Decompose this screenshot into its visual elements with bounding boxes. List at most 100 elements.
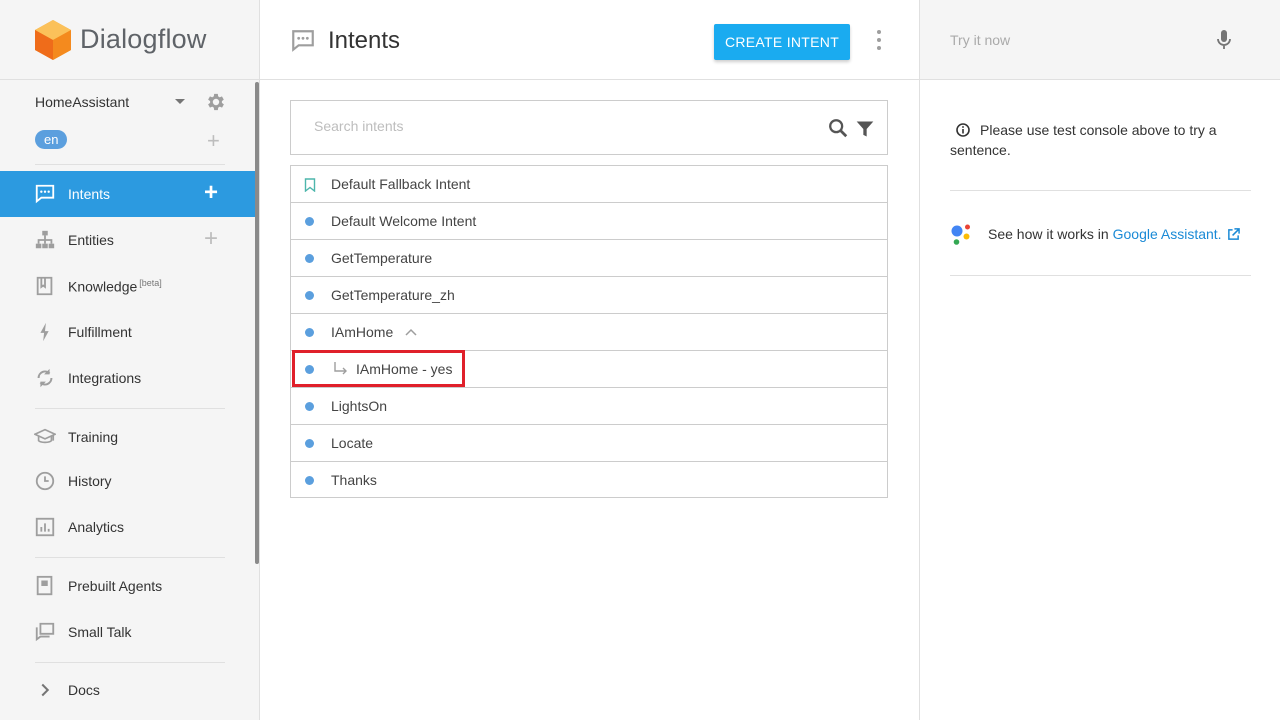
chat-icon [292,30,314,52]
sidebar-item-history[interactable]: History [0,458,255,504]
sidebar-item-analytics[interactable]: Analytics [0,504,255,550]
intent-name[interactable]: IAmHome [331,324,393,340]
intent-row[interactable]: Default Fallback Intent [290,165,888,202]
page-title: Intents [328,27,401,54]
sidebar: Dialogflow HomeAssistant en + Intents + [0,0,260,720]
sidebar-item-label: Knowledge [beta] [68,278,162,295]
sidebar-item-prebuilt-agents[interactable]: Prebuilt Agents [0,563,255,609]
sidebar-item-entities[interactable]: Entities + [0,217,255,263]
clock-icon [34,470,56,492]
google-assistant-icon [951,224,970,245]
divider [35,662,225,663]
chat-bubbles-icon [34,621,56,643]
intent-status-dot [305,328,314,337]
info-icon [956,123,970,137]
chevron-up-icon[interactable] [405,328,417,336]
divider [950,275,1251,276]
google-assistant-link[interactable]: Google Assistant. [1113,226,1222,242]
try-it-bar [920,0,1280,80]
sidebar-item-integrations[interactable]: Integrations [0,355,255,401]
intent-name[interactable]: LightsOn [331,398,387,414]
divider [950,190,1251,191]
dialogflow-logo-icon [35,19,71,60]
agent-name: HomeAssistant [35,94,130,110]
intent-row[interactable]: Locate [290,424,888,461]
external-link-icon[interactable] [1227,227,1240,241]
beta-badge: [beta] [139,277,162,288]
bar-chart-icon [34,516,56,538]
logo[interactable]: Dialogflow [0,0,259,80]
sidebar-item-label: Training [68,429,119,445]
intent-status-dot [305,254,314,263]
filter-icon[interactable] [855,119,875,139]
sidebar-item-fulfillment[interactable]: Fulfillment [0,309,255,355]
knowledge-label: Knowledge [68,278,138,295]
caret-down-icon[interactable] [175,99,185,104]
add-entity-icon[interactable]: + [204,227,218,251]
intent-name[interactable]: Default Fallback Intent [331,176,470,192]
book-icon [34,275,56,297]
info-message: Please use test console above to try a s… [950,120,1250,160]
sync-icon [34,367,56,389]
graduation-cap-icon [34,426,56,448]
language-row: en + [35,130,230,152]
brand-name: Dialogflow [80,24,207,54]
chat-icon [34,183,56,205]
info-text: Please use test console above to try a s… [950,122,1217,158]
intent-name[interactable]: Thanks [331,472,377,488]
agent-selector[interactable]: HomeAssistant [35,88,230,116]
intent-name[interactable]: Locate [331,435,373,451]
intent-row[interactable]: Thanks [290,461,888,498]
gear-icon[interactable] [205,91,227,113]
main-header: Intents CREATE INTENT [260,0,919,80]
divider [35,164,225,165]
intent-status-dot [305,291,314,300]
sidebar-item-training[interactable]: Training [0,414,255,460]
search-box [290,100,888,155]
intent-name[interactable]: GetTemperature_zh [331,287,455,303]
microphone-icon[interactable] [1216,29,1232,51]
intent-status-dot [305,402,314,411]
sidebar-item-label: Integrations [68,370,142,386]
sidebar-item-small-talk[interactable]: Small Talk [0,609,255,655]
search-input[interactable] [314,118,794,134]
google-assistant-promo: See how it works in Google Assistant. [950,222,1260,246]
sidebar-item-label: Intents [68,186,111,202]
intent-name[interactable]: GetTemperature [331,250,432,266]
intent-row[interactable]: Default Welcome Intent [290,202,888,239]
highlight-box [292,350,465,387]
language-badge[interactable]: en [35,130,68,149]
add-language-icon[interactable]: + [207,130,220,152]
divider [35,408,225,409]
intent-status-dot [305,439,314,448]
try-it-input[interactable] [950,32,1200,48]
create-intent-button[interactable]: CREATE INTENT [714,24,850,60]
intent-status-dot [305,217,314,226]
sidebar-item-intents[interactable]: Intents + [0,171,255,217]
agent-book-icon [34,575,56,597]
sidebar-item-label: History [68,473,112,489]
app: Dialogflow HomeAssistant en + Intents + [0,0,1280,720]
sidebar-scrollbar[interactable] [255,82,259,564]
intent-name[interactable]: Default Welcome Intent [331,213,476,229]
sidebar-item-knowledge[interactable]: Knowledge [beta] [0,263,255,309]
add-intent-icon[interactable]: + [204,181,218,205]
hierarchy-icon [34,229,56,251]
bookmark-icon [304,178,316,192]
intent-row[interactable]: LightsOn [290,387,888,424]
intent-row-child[interactable]: IAmHome - yes [290,350,888,387]
sidebar-item-label: Prebuilt Agents [68,578,163,594]
more-options-icon[interactable] [874,30,884,50]
sidebar-item-docs[interactable]: Docs [0,667,255,713]
sidebar-item-label: Small Talk [68,624,132,640]
search-icon[interactable] [827,117,849,139]
lightning-icon [34,321,56,343]
intent-row[interactable]: IAmHome [290,313,888,350]
test-console-panel: Please use test console above to try a s… [919,0,1280,720]
chevron-right-icon [34,679,56,701]
intent-row[interactable]: GetTemperature [290,239,888,276]
sidebar-item-label: Entities [68,232,114,248]
divider [35,557,225,558]
intent-row[interactable]: GetTemperature_zh [290,276,888,313]
sidebar-item-label: Analytics [68,519,125,535]
